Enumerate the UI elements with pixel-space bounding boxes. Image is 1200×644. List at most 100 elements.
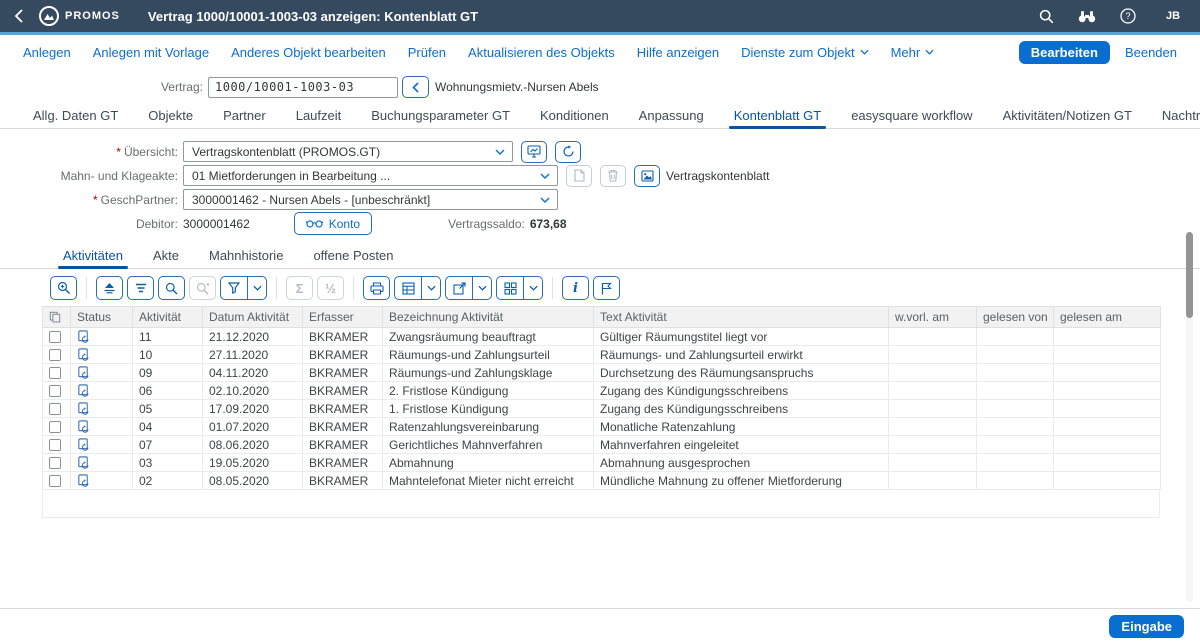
column-header-aktivitaet[interactable]: Aktivität	[133, 307, 203, 328]
find-next-button[interactable]	[189, 276, 216, 300]
table-row[interactable]: 06 02.10.2020 BKRAMER 2. Fristlose Kündi…	[43, 382, 1161, 400]
row-checkbox[interactable]	[49, 439, 61, 451]
views-menu-button[interactable]	[421, 276, 441, 300]
refresh-button[interactable]	[555, 141, 581, 163]
filter-button[interactable]	[220, 276, 247, 300]
tab-konditionen[interactable]: Konditionen	[525, 105, 624, 128]
subtab-offene-posten[interactable]: offene Posten	[298, 245, 408, 268]
select-all-header[interactable]	[43, 307, 71, 328]
column-header-gelesen-von[interactable]: gelesen von	[977, 307, 1054, 328]
subtab-mahnhistorie[interactable]: Mahnhistorie	[194, 245, 298, 268]
table-row[interactable]: 02 08.05.2020 BKRAMER Mahntelefonat Miet…	[43, 472, 1161, 490]
tab-partner[interactable]: Partner	[208, 105, 281, 128]
flag-button[interactable]	[593, 276, 620, 300]
kontenblatt-image-button[interactable]	[634, 165, 660, 187]
uebersicht-select[interactable]: Vertragskontenblatt (PROMOS.GT)	[183, 141, 513, 162]
subtab-akte[interactable]: Akte	[138, 245, 194, 268]
column-header-status[interactable]: Status	[71, 307, 133, 328]
activity-status-icon[interactable]	[77, 438, 90, 451]
row-checkbox[interactable]	[49, 457, 61, 469]
geschpartner-select[interactable]: 3000001462 - Nursen Abels - [unbeschränk…	[183, 189, 558, 210]
tab-kontenblatt-gt[interactable]: Kontenblatt GT	[719, 105, 836, 128]
activity-status-icon[interactable]	[77, 330, 90, 343]
tab-anpassung[interactable]: Anpassung	[624, 105, 719, 128]
back-button[interactable]	[14, 9, 23, 23]
table-row[interactable]: 03 19.05.2020 BKRAMER Abmahnung Abmahnun…	[43, 454, 1161, 472]
export-menu-button[interactable]	[472, 276, 492, 300]
tab-laufzeit[interactable]: Laufzeit	[281, 105, 357, 128]
row-checkbox[interactable]	[49, 421, 61, 433]
tab-easysquare-workflow[interactable]: easysquare workflow	[836, 105, 987, 128]
search-button[interactable]	[1039, 9, 1054, 24]
row-checkbox[interactable]	[49, 403, 61, 415]
column-header-bezeichnung[interactable]: Bezeichnung Aktivität	[383, 307, 594, 328]
column-header-text[interactable]: Text Aktivität	[594, 307, 889, 328]
help-button[interactable]: ?	[1120, 8, 1136, 24]
exit-button[interactable]: Beenden	[1116, 41, 1186, 64]
activity-status-icon[interactable]	[77, 366, 90, 379]
table-row[interactable]: 11 21.12.2020 BKRAMER Zwangsräumung beau…	[43, 328, 1161, 346]
delete-akte-button[interactable]	[600, 165, 626, 187]
menu-anderes-objekt[interactable]: Anderes Objekt bearbeiten	[222, 41, 395, 64]
edit-button[interactable]: Bearbeiten	[1019, 41, 1110, 64]
views-button[interactable]	[394, 276, 421, 300]
user-avatar[interactable]: JB	[1160, 3, 1186, 29]
print-button[interactable]	[363, 276, 390, 300]
enter-button[interactable]: Eingabe	[1109, 615, 1184, 638]
activity-status-icon[interactable]	[77, 348, 90, 361]
menu-mehr-dropdown[interactable]: Mehr	[882, 41, 944, 64]
menu-pruefen[interactable]: Prüfen	[399, 41, 455, 64]
activity-status-icon[interactable]	[77, 384, 90, 397]
row-checkbox[interactable]	[49, 349, 61, 361]
row-checkbox[interactable]	[49, 331, 61, 343]
activity-status-icon[interactable]	[77, 420, 90, 433]
table-row[interactable]: 07 08.06.2020 BKRAMER Gerichtliches Mahn…	[43, 436, 1161, 454]
layout-menu-button[interactable]	[523, 276, 543, 300]
column-header-datum[interactable]: Datum Aktivität	[203, 307, 303, 328]
subtotal-button[interactable]: ½	[317, 276, 344, 300]
row-checkbox[interactable]	[49, 367, 61, 379]
vertical-scrollbar[interactable]	[1186, 232, 1193, 602]
menu-anlegen[interactable]: Anlegen	[14, 41, 80, 64]
new-akte-button[interactable]	[566, 165, 592, 187]
menu-hilfe[interactable]: Hilfe anzeigen	[628, 41, 728, 64]
sort-descending-button[interactable]	[127, 276, 154, 300]
table-row[interactable]: 09 04.11.2020 BKRAMER Räumungs-und Zahlu…	[43, 364, 1161, 382]
activity-status-icon[interactable]	[77, 456, 90, 469]
export-button[interactable]	[445, 276, 472, 300]
row-checkbox[interactable]	[49, 385, 61, 397]
filter-menu-button[interactable]	[247, 276, 267, 300]
column-header-wvorl-am[interactable]: w.vorl. am	[889, 307, 977, 328]
vertrag-input[interactable]	[208, 77, 398, 98]
row-checkbox[interactable]	[49, 475, 61, 487]
mahn-klageakte-select[interactable]: 01 Mietforderungen in Bearbeitung ...	[183, 165, 558, 186]
tab-objekte[interactable]: Objekte	[133, 105, 208, 128]
activity-status-icon[interactable]	[77, 402, 90, 415]
column-header-erfasser[interactable]: Erfasser	[303, 307, 383, 328]
menu-anlegen-mit-vorlage[interactable]: Anlegen mit Vorlage	[84, 41, 218, 64]
previous-object-button[interactable]	[402, 76, 429, 98]
find-button[interactable]	[158, 276, 185, 300]
konto-button[interactable]: Konto	[294, 212, 372, 235]
sort-ascending-button[interactable]	[96, 276, 123, 300]
tab-buchungsparameter-gt[interactable]: Buchungsparameter GT	[356, 105, 525, 128]
tab-allg-daten-gt[interactable]: Allg. Daten GT	[18, 105, 133, 128]
column-header-gelesen-am[interactable]: gelesen am	[1054, 307, 1161, 328]
sum-button[interactable]: Σ	[286, 276, 313, 300]
subtab-aktivitaeten[interactable]: Aktivitäten	[48, 245, 138, 268]
table-row[interactable]: 10 27.11.2020 BKRAMER Räumungs-und Zahlu…	[43, 346, 1161, 364]
table-row[interactable]: 04 01.07.2020 BKRAMER Ratenzahlungsverei…	[43, 418, 1161, 436]
table-row[interactable]: 05 17.09.2020 BKRAMER 1. Fristlose Kündi…	[43, 400, 1161, 418]
info-button[interactable]: i	[562, 276, 589, 300]
scrollbar-thumb[interactable]	[1186, 232, 1193, 318]
menu-dienste-dropdown[interactable]: Dienste zum Objekt	[732, 41, 877, 64]
layout-button[interactable]	[496, 276, 523, 300]
binoculars-button[interactable]	[1078, 9, 1096, 23]
activity-status-icon[interactable]	[77, 474, 90, 487]
promos-logo[interactable]: PROMOS	[39, 6, 120, 26]
display-overview-button[interactable]	[521, 141, 547, 163]
tab-nachtraege-gt[interactable]: Nachträge GT	[1147, 105, 1200, 128]
menu-aktualisieren[interactable]: Aktualisieren des Objekts	[459, 41, 624, 64]
detail-button[interactable]	[50, 276, 77, 300]
tab-aktivitaeten-notizen-gt[interactable]: Aktivitäten/Notizen GT	[988, 105, 1147, 128]
